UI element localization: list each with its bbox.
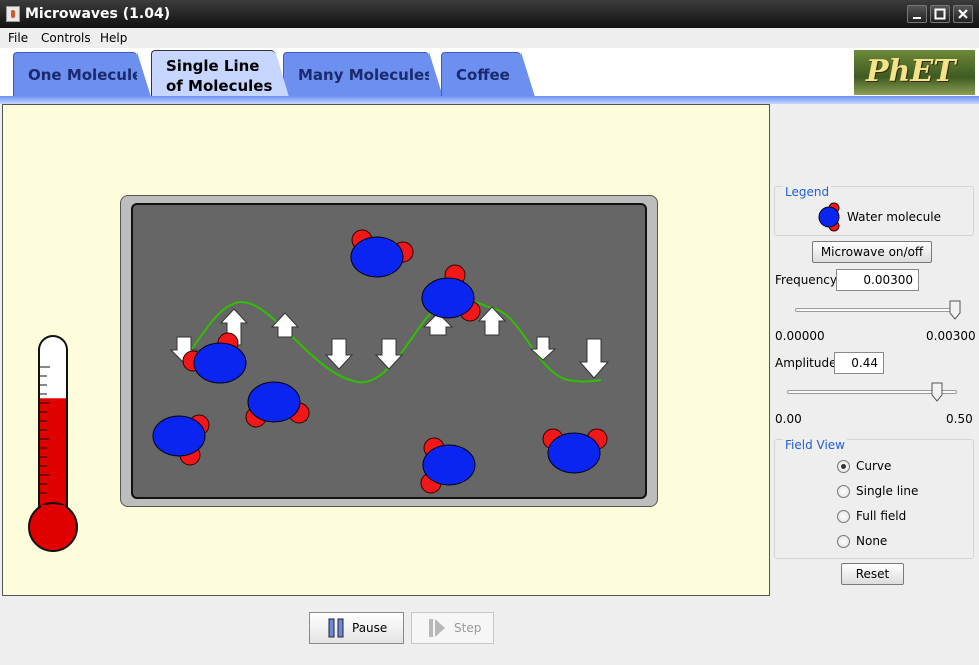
menu-bar: File Controls Help	[0, 28, 979, 48]
close-button[interactable]	[953, 5, 973, 23]
menu-controls[interactable]: Controls	[41, 31, 91, 45]
frequency-slider-track[interactable]	[795, 308, 955, 312]
field-arrow-down	[578, 338, 610, 379]
tab-coffee[interactable]: Coffee	[441, 52, 535, 97]
radio-button[interactable]	[837, 535, 850, 548]
title-bar: Microwaves (1.04)	[0, 0, 979, 28]
radio-button[interactable]	[837, 510, 850, 523]
tab-label: Coffee	[456, 66, 510, 84]
amplitude-label: Amplitude	[775, 356, 837, 370]
frequency-field[interactable]: 0.00300	[836, 269, 919, 291]
tab-many-molecules[interactable]: Many Molecules	[283, 52, 443, 97]
radio-label: None	[856, 534, 888, 548]
water-molecule	[350, 229, 414, 278]
phet-logo-text: PhET	[866, 54, 956, 89]
tab-label-line1: Single Line	[166, 57, 260, 75]
field-arrow-down	[324, 338, 354, 370]
step-icon	[429, 619, 445, 637]
field-view-panel: Field View Curve Single line Full field …	[774, 438, 974, 559]
radio-button-selected[interactable]	[837, 460, 850, 473]
tab-one-molecule[interactable]: One Molecule	[13, 52, 151, 97]
amplitude-max-label: 0.50	[946, 412, 973, 426]
pause-button[interactable]: Pause	[309, 612, 404, 644]
field-arrow-up	[270, 312, 300, 338]
tab-label-line2: of Molecules	[166, 77, 273, 95]
water-molecule-icon	[818, 202, 840, 232]
phet-logo: PhET	[854, 50, 975, 95]
window-title: Microwaves (1.04)	[25, 6, 171, 22]
legend-title: Legend	[783, 185, 832, 199]
radio-label: Curve	[856, 459, 892, 473]
water-molecule	[420, 437, 476, 494]
tab-underline	[0, 96, 979, 104]
step-button[interactable]: Step	[411, 612, 494, 644]
maximize-button[interactable]	[930, 5, 950, 23]
minimize-button[interactable]	[907, 5, 927, 23]
control-panel: Legend Water molecule Microwave on/off F…	[771, 104, 979, 596]
amplitude-slider-thumb[interactable]	[931, 382, 943, 402]
java-app-icon	[6, 6, 20, 22]
microwave-on-off-button[interactable]: Microwave on/off	[812, 241, 932, 263]
frequency-slider-thumb[interactable]	[949, 300, 961, 320]
water-molecule	[152, 414, 210, 466]
oven-cavity	[131, 203, 647, 499]
play-area	[2, 104, 770, 596]
microwave-oven	[120, 195, 658, 507]
water-molecule-label: Water molecule	[847, 210, 941, 224]
water-molecule	[542, 428, 608, 474]
radio-label: Single line	[856, 484, 919, 498]
menu-help[interactable]: Help	[100, 31, 127, 45]
water-molecule	[182, 332, 247, 384]
field-view-title: Field View	[783, 438, 847, 452]
radio-label: Full field	[856, 509, 907, 523]
tab-label: One Molecule	[28, 66, 143, 84]
radio-button[interactable]	[837, 485, 850, 498]
frequency-max-label: 0.00300	[926, 329, 976, 343]
legend-panel: Legend Water molecule	[774, 185, 974, 236]
field-arrow-down	[374, 338, 404, 370]
pause-icon	[328, 618, 344, 638]
amplitude-min-label: 0.00	[775, 412, 802, 426]
water-molecule	[245, 381, 310, 428]
tab-single-line-of-molecules[interactable]: Single Line of Molecules	[151, 50, 289, 97]
step-label: Step	[454, 621, 482, 635]
water-molecule	[421, 264, 481, 322]
frequency-label: Frequency	[775, 273, 837, 287]
amplitude-field[interactable]: 0.44	[834, 352, 884, 374]
field-view-svg	[152, 229, 610, 494]
clock-control-bar: Pause Step	[0, 596, 979, 665]
reset-button[interactable]: Reset	[841, 563, 904, 585]
pause-label: Pause	[352, 621, 388, 635]
frequency-min-label: 0.00000	[775, 329, 825, 343]
menu-file[interactable]: File	[8, 31, 28, 45]
thermometer	[28, 335, 78, 552]
tab-label: Many Molecules	[298, 66, 434, 84]
field-arrow-down	[529, 336, 557, 361]
